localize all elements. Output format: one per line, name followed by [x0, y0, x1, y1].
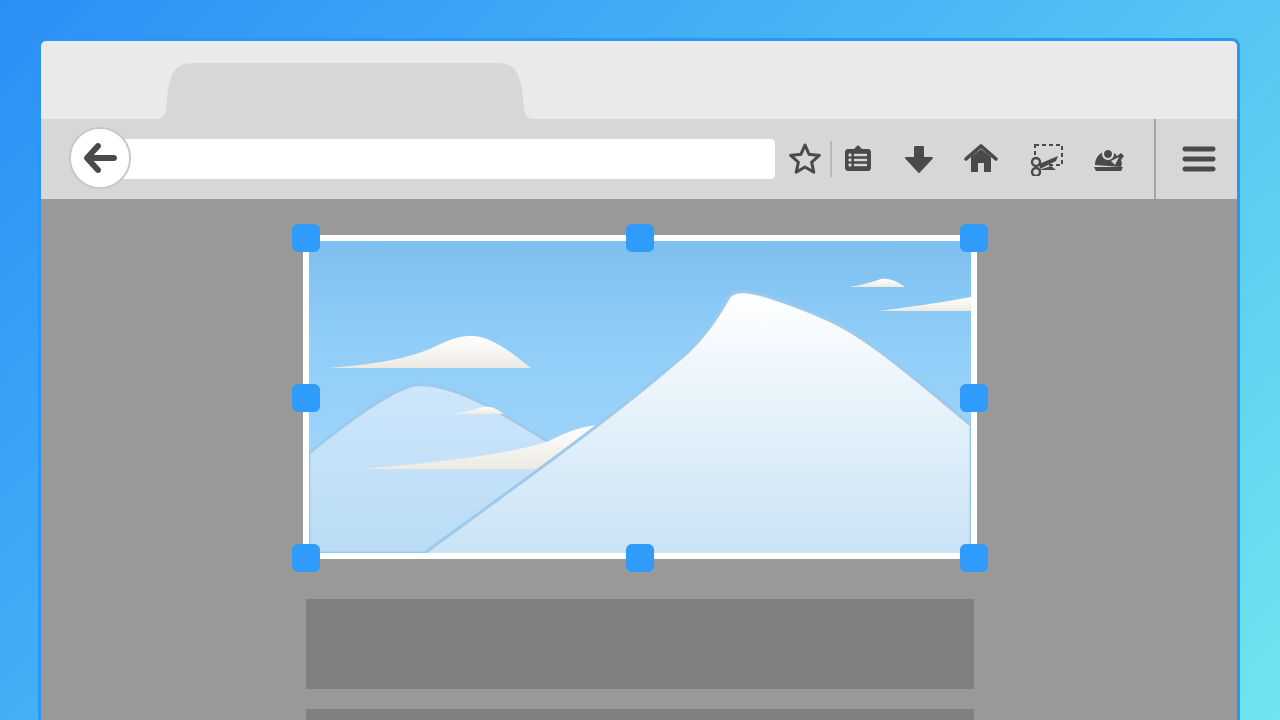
- arrow-left-icon: [84, 143, 117, 173]
- browser-window: [38, 38, 1240, 720]
- download-icon: [905, 146, 933, 173]
- resize-handle-bottom-left[interactable]: [292, 544, 320, 572]
- placeholder-block: [306, 709, 974, 720]
- reading-list-icon: [845, 145, 871, 171]
- home-icon: [964, 144, 998, 172]
- page-content: [41, 199, 1237, 720]
- menu-button[interactable]: [1179, 139, 1219, 179]
- browser-tab[interactable]: [157, 63, 533, 119]
- placeholder-block: [306, 599, 974, 689]
- url-bar[interactable]: [107, 139, 775, 179]
- resize-handle-middle-right[interactable]: [960, 384, 988, 412]
- hamburger-menu-icon: [1182, 146, 1216, 172]
- downloads-button[interactable]: [899, 139, 939, 179]
- resize-handle-top-right[interactable]: [960, 224, 988, 252]
- resize-handle-top-left[interactable]: [292, 224, 320, 252]
- back-button[interactable]: [69, 127, 131, 189]
- navigation-toolbar: [41, 119, 1237, 199]
- toolbar-separator: [830, 141, 832, 177]
- screenshot-button[interactable]: [1027, 139, 1067, 179]
- home-button[interactable]: [961, 139, 1001, 179]
- resize-handle-middle-left[interactable]: [292, 384, 320, 412]
- star-icon: [789, 143, 821, 174]
- toolbar-divider: [1154, 119, 1156, 199]
- extension-button[interactable]: [1089, 139, 1129, 179]
- extension-icon: [1094, 148, 1124, 171]
- resize-handle-bottom-right[interactable]: [960, 544, 988, 572]
- reading-list-button[interactable]: [838, 139, 878, 179]
- screenshot-scissors-icon: [1030, 144, 1063, 176]
- snowy-mountains-image: [309, 241, 971, 553]
- screenshot-selection[interactable]: [303, 235, 977, 559]
- tab-strip: [41, 41, 1237, 119]
- bookmark-star-button[interactable]: [785, 139, 825, 179]
- resize-handle-top-center[interactable]: [626, 224, 654, 252]
- resize-handle-bottom-center[interactable]: [626, 544, 654, 572]
